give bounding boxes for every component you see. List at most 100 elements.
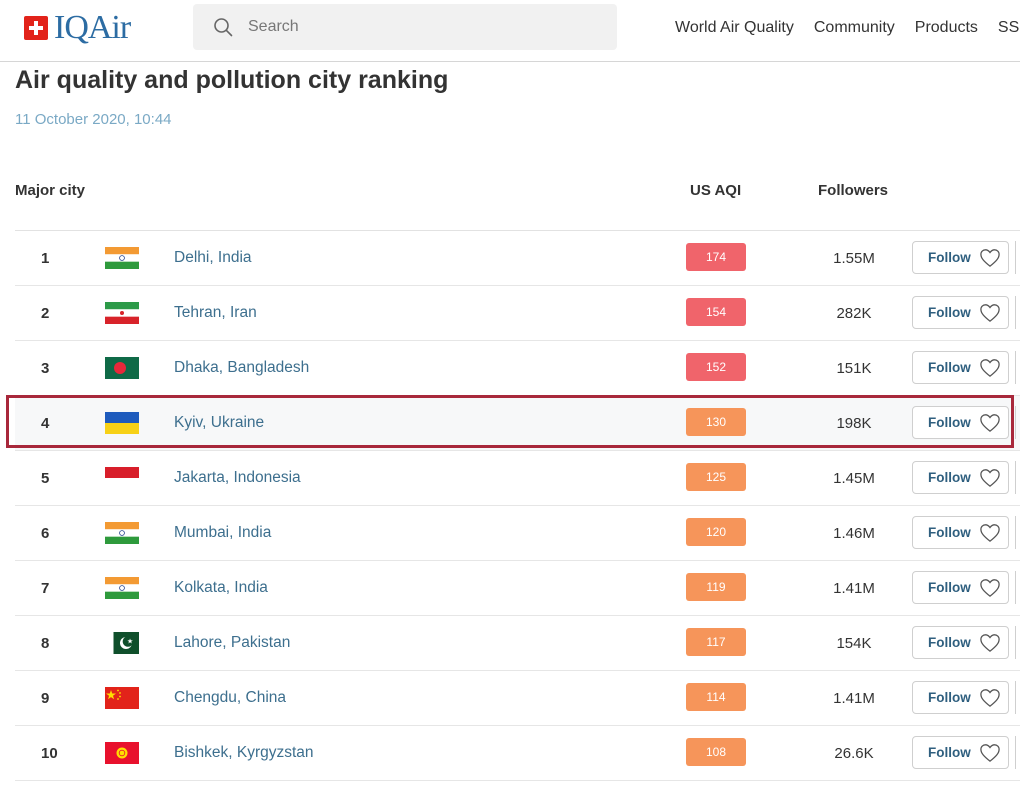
aqi-badge: 174 — [686, 243, 746, 271]
followers-count: 1.55M — [833, 250, 875, 267]
follow-button[interactable]: Follow — [912, 681, 1009, 714]
ranking-table: 1 Delhi, India 174 1.55M Follow 2 Tehran, Iran… — [15, 231, 1020, 781]
follow-label: Follow — [928, 690, 971, 705]
india-flag-icon — [105, 522, 139, 544]
nav-products[interactable]: Products — [915, 19, 978, 37]
heart-icon — [980, 523, 1000, 542]
city-link[interactable]: Delhi, India — [174, 249, 252, 267]
search-icon — [214, 18, 233, 37]
table-row[interactable]: 1 Delhi, India 174 1.55M Follow — [15, 231, 1020, 286]
column-header-followers[interactable]: Followers — [818, 182, 888, 199]
rank-number: 3 — [41, 360, 50, 377]
column-header-aqi[interactable]: US AQI — [690, 182, 741, 199]
heart-icon — [980, 743, 1000, 762]
follow-label: Follow — [928, 470, 971, 485]
follow-button[interactable]: Follow — [912, 351, 1009, 384]
city-link[interactable]: Kyiv, Ukraine — [174, 414, 264, 432]
table-row[interactable]: 9 Chengdu, China 114 1.41M Follow — [15, 671, 1020, 726]
top-header: IQAir World Air Quality Community Produc… — [0, 0, 1020, 62]
search-bar[interactable] — [193, 4, 617, 50]
aqi-badge: 152 — [686, 353, 746, 381]
aqi-badge: 154 — [686, 298, 746, 326]
followers-count: 198K — [836, 415, 872, 432]
share-button-edge[interactable] — [1015, 571, 1020, 604]
share-button-edge[interactable] — [1015, 681, 1020, 714]
heart-icon — [980, 468, 1000, 487]
table-row[interactable]: 3 Dhaka, Bangladesh 152 151K Follow — [15, 341, 1020, 396]
follow-button[interactable]: Follow — [912, 571, 1009, 604]
rank-number: 9 — [41, 690, 50, 707]
aqi-badge: 114 — [686, 683, 746, 711]
nav-truncated-item[interactable]: SS — [998, 19, 1019, 37]
followers-count: 26.6K — [834, 745, 874, 762]
followers-count: 154K — [836, 635, 872, 652]
follow-label: Follow — [928, 415, 971, 430]
share-button-edge[interactable] — [1015, 406, 1020, 439]
city-link[interactable]: Jakarta, Indonesia — [174, 469, 301, 487]
aqi-badge: 108 — [686, 738, 746, 766]
heart-icon — [980, 578, 1000, 597]
follow-button[interactable]: Follow — [912, 241, 1009, 274]
follow-label: Follow — [928, 525, 971, 540]
share-button-edge[interactable] — [1015, 296, 1020, 329]
table-row[interactable]: 7 Kolkata, India 119 1.41M Follow — [15, 561, 1020, 616]
rank-number: 8 — [41, 635, 50, 652]
city-link[interactable]: Dhaka, Bangladesh — [174, 359, 309, 377]
pakistan-flag-icon — [105, 632, 139, 654]
table-row[interactable]: 4 Kyiv, Ukraine 130 198K Follow — [15, 396, 1020, 451]
aqi-badge: 119 — [686, 573, 746, 601]
city-link[interactable]: Kolkata, India — [174, 579, 268, 597]
logo-text: IQAir — [54, 9, 131, 46]
kyrgyzstan-flag-icon — [105, 742, 139, 764]
rank-number: 1 — [41, 250, 50, 267]
follow-button[interactable]: Follow — [912, 626, 1009, 659]
heart-icon — [980, 633, 1000, 652]
rank-number: 4 — [41, 415, 50, 432]
share-button-edge[interactable] — [1015, 241, 1020, 274]
follow-button[interactable]: Follow — [912, 736, 1009, 769]
heart-icon — [980, 688, 1000, 707]
follow-button[interactable]: Follow — [912, 516, 1009, 549]
follow-label: Follow — [928, 250, 971, 265]
follow-label: Follow — [928, 305, 971, 320]
table-row[interactable]: 10 Bishkek, Kyrgyzstan 108 26.6K Follow — [15, 726, 1020, 781]
follow-label: Follow — [928, 745, 971, 760]
share-button-edge[interactable] — [1015, 351, 1020, 384]
rank-number: 7 — [41, 580, 50, 597]
swiss-flag-icon — [24, 16, 48, 40]
search-input[interactable] — [246, 17, 600, 37]
table-row[interactable]: 2 Tehran, Iran 154 282K Follow — [15, 286, 1020, 341]
rank-number: 2 — [41, 305, 50, 322]
table-row[interactable]: 6 Mumbai, India 120 1.46M Follow — [15, 506, 1020, 561]
share-button-edge[interactable] — [1015, 626, 1020, 659]
follow-button[interactable]: Follow — [912, 461, 1009, 494]
rank-number: 10 — [41, 745, 58, 762]
bangladesh-flag-icon — [105, 357, 139, 379]
city-link[interactable]: Lahore, Pakistan — [174, 634, 290, 652]
iqair-logo[interactable]: IQAir — [24, 9, 131, 46]
follow-button[interactable]: Follow — [912, 296, 1009, 329]
china-flag-icon — [105, 687, 139, 709]
nav-world-air-quality[interactable]: World Air Quality — [675, 19, 794, 37]
heart-icon — [980, 303, 1000, 322]
share-button-edge[interactable] — [1015, 736, 1020, 769]
share-button-edge[interactable] — [1015, 461, 1020, 494]
city-link[interactable]: Tehran, Iran — [174, 304, 257, 322]
main-nav: World Air Quality Community Products SS — [675, 19, 1020, 37]
table-row[interactable]: 5 Jakarta, Indonesia 125 1.45M Follow — [15, 451, 1020, 506]
city-link[interactable]: Bishkek, Kyrgyzstan — [174, 744, 314, 762]
column-header-city: Major city — [15, 182, 86, 199]
table-row[interactable]: 8 Lahore, Pakistan 117 154K Follow — [15, 616, 1020, 671]
rank-number: 6 — [41, 525, 50, 542]
rank-number: 5 — [41, 470, 50, 487]
indonesia-flag-icon — [105, 467, 139, 489]
follow-button[interactable]: Follow — [912, 406, 1009, 439]
city-link[interactable]: Chengdu, China — [174, 689, 286, 707]
followers-count: 282K — [836, 305, 872, 322]
nav-community[interactable]: Community — [814, 19, 895, 37]
city-link[interactable]: Mumbai, India — [174, 524, 271, 542]
heart-icon — [980, 248, 1000, 267]
ukraine-flag-icon — [105, 412, 139, 434]
share-button-edge[interactable] — [1015, 516, 1020, 549]
followers-count: 1.46M — [833, 525, 875, 542]
